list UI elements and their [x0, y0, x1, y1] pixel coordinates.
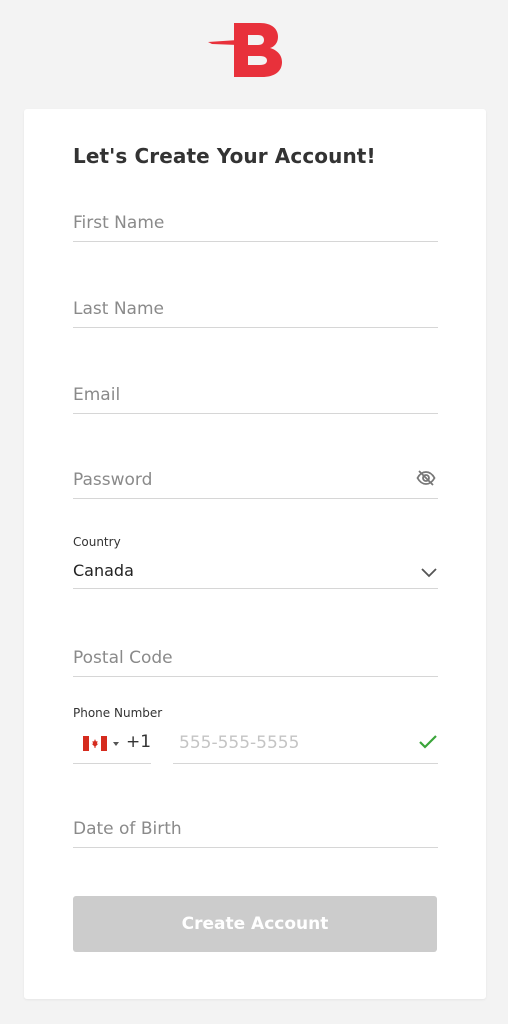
last-name-field[interactable] — [73, 288, 438, 328]
brand-logo-icon — [208, 20, 288, 80]
check-icon — [418, 734, 438, 750]
eye-off-icon[interactable] — [416, 468, 436, 488]
postal-code-field[interactable] — [73, 637, 438, 677]
chevron-down-icon[interactable] — [420, 563, 438, 578]
phone-label: Phone Number — [73, 706, 163, 720]
signup-card: Let's Create Your Account! Country Canad… — [24, 109, 486, 999]
email-input[interactable] — [73, 374, 438, 413]
country-select[interactable]: Country Canada — [73, 535, 438, 589]
country-label: Country — [73, 535, 121, 549]
caret-down-icon[interactable] — [113, 742, 119, 746]
phone-field[interactable] — [173, 723, 438, 764]
page-title: Let's Create Your Account! — [73, 144, 376, 168]
first-name-input[interactable] — [73, 202, 438, 241]
email-field[interactable] — [73, 374, 438, 414]
first-name-field[interactable] — [73, 202, 438, 242]
password-field[interactable] — [73, 459, 438, 499]
create-account-button[interactable]: Create Account — [73, 896, 437, 952]
country-value[interactable]: Canada — [73, 561, 134, 580]
date-of-birth-field[interactable] — [73, 808, 438, 848]
phone-input[interactable] — [173, 723, 403, 763]
postal-code-input[interactable] — [73, 637, 438, 676]
canada-flag-icon — [83, 736, 107, 751]
dial-code: +1 — [126, 732, 152, 752]
password-input[interactable] — [73, 459, 403, 498]
phone-country-picker[interactable]: +1 — [73, 732, 151, 764]
date-of-birth-input[interactable] — [73, 808, 438, 847]
last-name-input[interactable] — [73, 288, 438, 327]
